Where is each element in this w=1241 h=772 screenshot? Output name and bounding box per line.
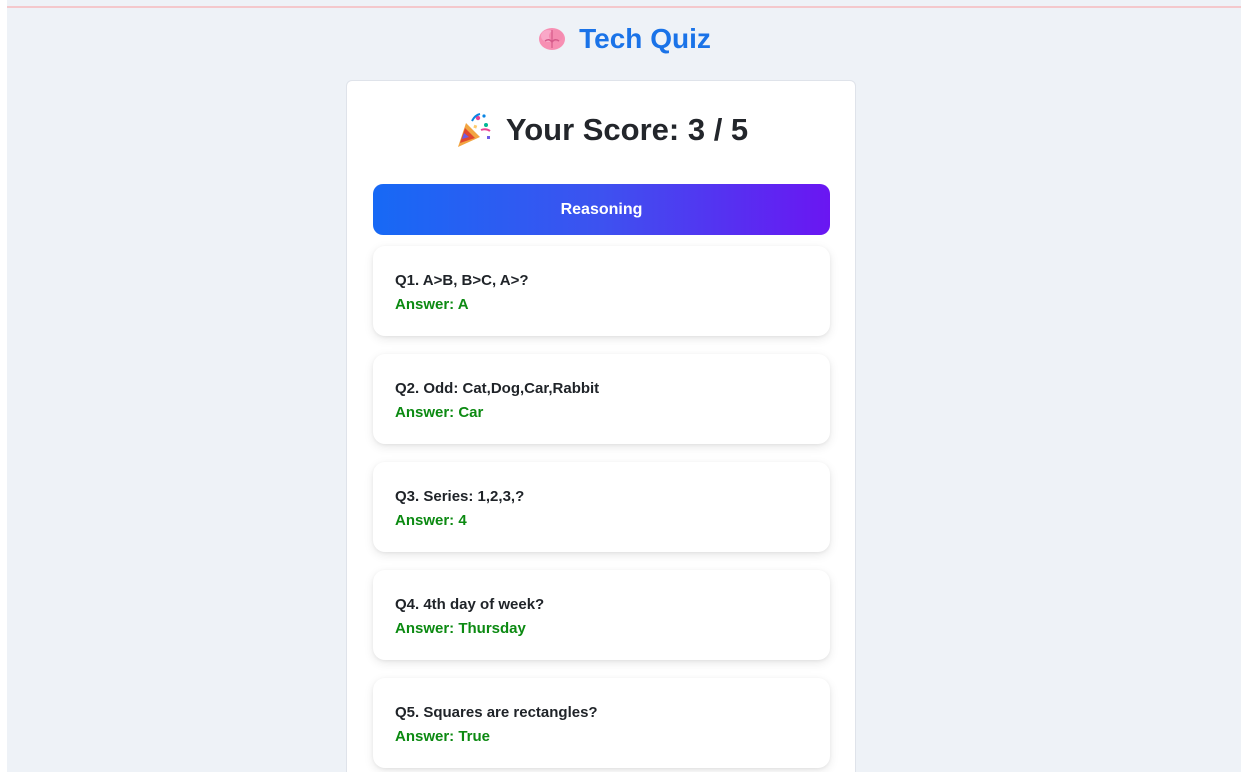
score-heading: Your Score: 3 / 5 <box>347 107 855 153</box>
question-text: Q4. 4th day of week? <box>395 596 545 613</box>
question-text: Q3. Series: 1,2,3,? <box>395 488 525 505</box>
question-card: Q4. 4th day of week? Answer: Thursday <box>373 570 830 660</box>
app-title: Tech Quiz <box>579 23 711 54</box>
top-border <box>7 6 1241 8</box>
answer-text: Answer: 4 <box>395 512 467 529</box>
question-card: Q1. A>B, B>C, A>? Answer: A <box>373 246 830 336</box>
answer-text: Answer: A <box>395 296 469 313</box>
party-popper-icon <box>457 113 491 147</box>
score-text: Your Score: 3 / 5 <box>505 112 749 147</box>
app-header: Tech Quiz <box>7 19 1241 59</box>
question-text: Q1. A>B, B>C, A>? <box>395 272 529 289</box>
answer-text: Answer: Thursday <box>395 620 526 637</box>
category-banner: Reasoning <box>373 184 830 235</box>
answer-text: Answer: True <box>395 728 491 745</box>
question-text: Q5. Squares are rectangles? <box>395 704 598 721</box>
brain-icon <box>539 28 566 50</box>
question-card: Q3. Series: 1,2,3,? Answer: 4 <box>373 462 830 552</box>
question-text: Q2. Odd: Cat,Dog,Car,Rabbit <box>395 380 600 397</box>
question-card: Q2. Odd: Cat,Dog,Car,Rabbit Answer: Car <box>373 354 830 444</box>
results-card: Your Score: 3 / 5 Reasoning Q1. A>B, B>C… <box>346 80 856 772</box>
answer-text: Answer: Car <box>395 404 484 421</box>
page: Tech Quiz Your Score: 3 / 5 Reasoning Q1… <box>7 0 1241 772</box>
question-card: Q5. Squares are rectangles? Answer: True <box>373 678 830 768</box>
